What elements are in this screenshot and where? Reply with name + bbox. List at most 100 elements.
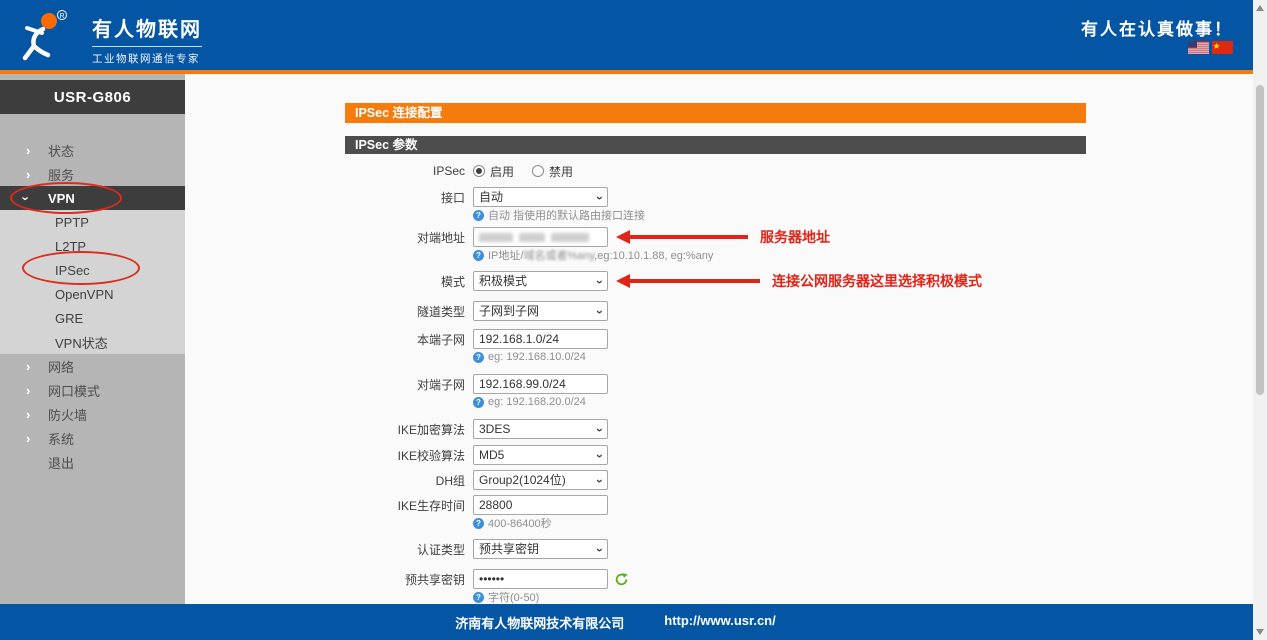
field-peer-address: 对端地址 ? IP地址/域名或者%any,eg:10.10.1.88, eg:%… [345, 227, 1253, 261]
sidebar-item-port-mode[interactable]: › 网口模式 [0, 378, 185, 402]
language-flags [1188, 41, 1233, 54]
device-model: USR-G806 [0, 80, 185, 114]
sidebar-item-ipsec[interactable]: IPSec [0, 258, 185, 282]
ike-lifetime-input[interactable] [473, 495, 608, 515]
chevron-right-icon: › [26, 408, 30, 421]
peer-subnet-label: 对端子网 [345, 376, 465, 393]
refresh-icon[interactable] [615, 573, 628, 586]
peer-address-input[interactable] [473, 227, 608, 247]
chevron-down-icon: › [591, 479, 608, 483]
header-accent-line [0, 70, 1267, 74]
interface-label: 接口 [345, 189, 465, 206]
ipsec-enable-label: IPSec [345, 164, 465, 178]
ike-auth-algorithm-label: IKE校验算法 [345, 447, 465, 464]
brand-logo-icon: R [14, 8, 70, 64]
field-tunnel-type: 隧道类型 子网到子网 › [345, 301, 1253, 321]
chevron-down-icon: › [591, 454, 608, 458]
tunnel-type-select[interactable]: 子网到子网 › [473, 301, 608, 321]
preshared-key-input[interactable] [473, 569, 608, 589]
footer: 济南有人物联网技术有限公司 http://www.usr.cn/ [0, 604, 1267, 640]
ike-auth-algorithm-select[interactable]: MD5 › [473, 445, 608, 465]
chevron-down-icon: › [591, 196, 608, 200]
radio-enable-label: 启用 [490, 163, 514, 180]
sidebar-item-network[interactable]: › 网络 [0, 354, 185, 378]
chevron-right-icon: › [26, 360, 30, 373]
redacted-value-block [519, 233, 545, 242]
info-icon: ? [473, 352, 484, 363]
scrollbar-up-arrow-icon[interactable] [1256, 5, 1264, 11]
chevron-down-icon: › [591, 310, 608, 314]
sidebar-item-firewall[interactable]: › 防火墙 [0, 402, 185, 426]
chevron-down-icon: › [591, 428, 608, 432]
interface-select[interactable]: 自动 › [473, 187, 608, 207]
auth-type-select[interactable]: 预共享密钥 › [473, 539, 608, 559]
chevron-right-icon: › [26, 168, 30, 181]
main-content: IPSec 连接配置 IPSec 参数 IPSec 启用 禁用 接口 自动 › [185, 74, 1253, 604]
ike-lifetime-label: IKE生存时间 [345, 497, 465, 514]
preshared-key-label: 预共享密钥 [345, 571, 465, 588]
field-dh-group: DH组 Group2(1024位) › [345, 470, 1253, 490]
radio-enable[interactable] [473, 165, 485, 177]
info-icon: ? [473, 397, 484, 408]
brand-block: 有人物联网 工业物联网通信专家 [92, 13, 202, 66]
sidebar-item-l2tp[interactable]: L2TP [0, 234, 185, 258]
chevron-right-icon: › [26, 384, 30, 397]
info-icon: ? [473, 210, 484, 221]
field-interface: 接口 自动 › ? 自动 指使用的默认路由接口连接 [345, 187, 1253, 221]
sidebar-item-logout[interactable]: 退出 [0, 450, 185, 474]
header: R 有人物联网 工业物联网通信专家 有人在认真做事！ [0, 0, 1267, 70]
preshared-key-hint: ? 字符(0-50) [473, 591, 1253, 603]
peer-address-label: 对端地址 [345, 229, 465, 246]
us-flag-icon[interactable] [1188, 41, 1209, 54]
chevron-right-icon: › [26, 144, 30, 157]
local-subnet-input[interactable] [473, 329, 608, 349]
local-subnet-hint: ? eg: 192.168.10.0/24 [473, 351, 1253, 363]
redacted-value-block [479, 233, 513, 242]
mode-label: 模式 [345, 273, 465, 290]
info-icon: ? [473, 592, 484, 603]
sidebar-item-pptp[interactable]: PPTP [0, 210, 185, 234]
field-auth-type: 认证类型 预共享密钥 › [345, 539, 1253, 559]
mode-select[interactable]: 积极模式 › [473, 271, 608, 291]
field-ike-lifetime: IKE生存时间 ? 400-86400秒 [345, 495, 1253, 529]
field-peer-subnet: 对端子网 ? eg: 192.168.20.0/24 [345, 374, 1253, 408]
footer-url-link[interactable]: http://www.usr.cn/ [664, 613, 775, 632]
sidebar-item-gre[interactable]: GRE [0, 306, 185, 330]
chevron-right-icon: › [26, 432, 30, 445]
sidebar-item-system[interactable]: › 系统 [0, 426, 185, 450]
footer-company: 济南有人物联网技术有限公司 [455, 613, 624, 632]
field-mode: 模式 积极模式 › [345, 271, 1253, 291]
dh-group-select[interactable]: Group2(1024位) › [473, 470, 608, 490]
brand-title: 有人物联网 [92, 13, 202, 42]
radio-disable[interactable] [532, 165, 544, 177]
vpn-submenu: PPTP L2TP IPSec OpenVPN GRE VPN状态 [0, 210, 185, 354]
scrollbar-thumb[interactable] [1256, 85, 1264, 395]
scrollbar-down-arrow-icon[interactable] [1256, 629, 1264, 635]
peer-subnet-input[interactable] [473, 374, 608, 394]
ike-encryption-select[interactable]: 3DES › [473, 419, 608, 439]
peer-subnet-hint: ? eg: 192.168.20.0/24 [473, 396, 1253, 408]
sidebar-item-openvpn[interactable]: OpenVPN [0, 282, 185, 306]
tunnel-type-label: 隧道类型 [345, 303, 465, 320]
field-local-subnet: 本端子网 ? eg: 192.168.10.0/24 [345, 329, 1253, 363]
sidebar-item-vpn-status[interactable]: VPN状态 [0, 330, 185, 354]
cn-flag-icon[interactable] [1212, 41, 1233, 54]
chevron-down-icon: › [591, 548, 608, 552]
sidebar-menu: › 状态 › 服务 › VPN PPTP L2TP IPSec OpenVPN [0, 138, 185, 474]
sidebar-item-service[interactable]: › 服务 [0, 162, 185, 186]
sidebar-item-status[interactable]: › 状态 [0, 138, 185, 162]
field-preshared-key: 预共享密钥 ? 字符(0-50) [345, 569, 1253, 603]
page-title: IPSec 连接配置 [345, 103, 1086, 123]
page-scrollbar[interactable] [1253, 0, 1267, 640]
section-title: IPSec 参数 [345, 136, 1086, 154]
peer-address-hint: ? IP地址/域名或者%any,eg:10.10.1.88, eg:%any [473, 249, 1253, 261]
dh-group-label: DH组 [345, 472, 465, 489]
ike-lifetime-hint: ? 400-86400秒 [473, 517, 1253, 529]
sidebar: USR-G806 › 状态 › 服务 › VPN PPTP L2TP IPSec… [0, 74, 185, 604]
chevron-down-icon: › [20, 196, 33, 200]
field-ipsec-enable: IPSec 启用 禁用 [345, 161, 1253, 181]
auth-type-label: 认证类型 [345, 541, 465, 558]
ipsec-form: IPSec 启用 禁用 接口 自动 › ? 自动 指使用 [185, 161, 1253, 603]
sidebar-item-vpn[interactable]: › VPN [0, 186, 185, 210]
chevron-down-icon: › [591, 280, 608, 284]
